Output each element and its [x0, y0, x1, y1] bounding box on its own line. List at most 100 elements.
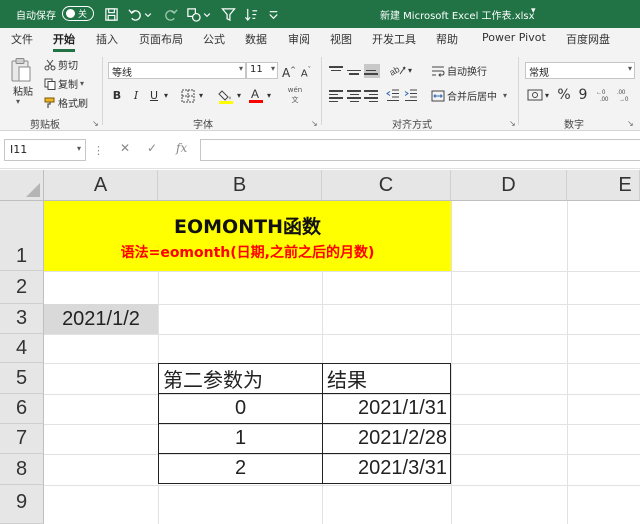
cancel-icon[interactable]: ✕	[120, 141, 130, 155]
undo-icon[interactable]	[126, 5, 144, 23]
align-bottom-icon[interactable]	[364, 64, 380, 78]
tab-home[interactable]: 开始	[53, 31, 75, 52]
tab-review[interactable]: 审阅	[288, 31, 310, 47]
clipboard-launcher-icon[interactable]: ↘	[92, 119, 99, 128]
customize-toolbar-icon[interactable]	[264, 5, 282, 23]
row-header-5[interactable]: 5	[0, 363, 44, 394]
borders-dropdown-icon[interactable]: ▾	[197, 88, 205, 104]
italic-button[interactable]: I	[128, 88, 144, 104]
tab-view[interactable]: 视图	[330, 31, 352, 47]
alignment-launcher-icon[interactable]: ↘	[509, 119, 516, 128]
name-box[interactable]: I11 ▾	[4, 139, 86, 161]
table-header-result[interactable]: 结果	[322, 363, 451, 394]
paste-button[interactable]: 粘贴	[13, 83, 33, 98]
decrease-decimal-icon[interactable]: .00 →0	[617, 88, 635, 102]
column-header-c[interactable]: C	[322, 170, 451, 201]
tab-file[interactable]: 文件	[11, 31, 33, 47]
tab-insert[interactable]: 插入	[96, 31, 118, 47]
phonetic-guide-icon[interactable]: wén 文	[284, 85, 306, 104]
fill-color-dropdown-icon[interactable]: ▾	[235, 88, 243, 104]
tab-baidu-netdisk[interactable]: 百度网盘	[566, 31, 610, 47]
sort-icon[interactable]	[242, 5, 260, 23]
insert-function-icon[interactable]: fx	[176, 141, 187, 155]
align-right-icon[interactable]	[364, 88, 380, 102]
wrap-text-button[interactable]: 自动换行	[431, 63, 487, 78]
table-cell-result[interactable]: 2021/2/28	[322, 423, 451, 454]
table-header-param[interactable]: 第二参数为	[158, 363, 323, 394]
copy-button[interactable]: 复制 ▾	[44, 76, 84, 91]
merge-center-button[interactable]: 合并后居中 ▾	[431, 88, 507, 103]
number-format-select[interactable]: 常规 ▾	[525, 62, 635, 79]
cut-button[interactable]: 剪切	[44, 57, 78, 72]
align-middle-icon[interactable]	[347, 64, 363, 78]
column-header-d[interactable]: D	[451, 170, 567, 201]
table-cell-result[interactable]: 2021/3/31	[322, 453, 451, 484]
currency-icon[interactable]	[527, 88, 543, 102]
underline-dropdown-icon[interactable]: ▾	[162, 88, 170, 104]
font-size-select[interactable]: 11 ▾	[246, 62, 278, 79]
align-top-icon[interactable]	[329, 64, 345, 78]
table-cell-param[interactable]: 1	[158, 423, 323, 454]
shapes-dropdown-icon[interactable]	[202, 5, 212, 23]
row-header-2[interactable]: 2	[0, 271, 44, 304]
paste-icon[interactable]	[10, 57, 32, 83]
table-cell-param[interactable]: 0	[158, 393, 323, 424]
table-cell-result[interactable]: 2021/1/31	[322, 393, 451, 424]
enter-icon[interactable]: ✓	[147, 141, 157, 155]
title-dropdown-icon[interactable]: ▾	[531, 6, 536, 16]
copy-dropdown-icon[interactable]: ▾	[80, 79, 84, 88]
orientation-dropdown-icon[interactable]: ▾	[406, 63, 414, 79]
orientation-icon[interactable]: ab	[388, 62, 408, 78]
row-header-9[interactable]: 9	[0, 485, 44, 524]
save-icon[interactable]	[102, 5, 120, 23]
font-color-icon[interactable]: A	[248, 87, 264, 104]
select-all-button[interactable]	[0, 170, 44, 201]
number-launcher-icon[interactable]: ↘	[627, 119, 634, 128]
font-color-dropdown-icon[interactable]: ▾	[265, 88, 273, 104]
borders-icon[interactable]	[181, 89, 195, 103]
row-header-1[interactable]: 1	[0, 201, 44, 271]
tab-power-pivot[interactable]: Power Pivot	[482, 31, 546, 44]
align-center-icon[interactable]	[347, 88, 363, 102]
tab-data[interactable]: 数据	[245, 31, 267, 47]
autosave-toggle[interactable]: 关	[62, 6, 94, 21]
column-header-b[interactable]: B	[158, 170, 322, 201]
merged-title-cell[interactable]: EOMONTH函数 语法=eomonth(日期,之前之后的月数)	[44, 201, 451, 271]
fill-color-icon[interactable]	[218, 88, 234, 104]
align-left-icon[interactable]	[329, 88, 345, 102]
redo-icon[interactable]	[161, 5, 179, 23]
comma-style-button[interactable]: 9	[575, 87, 591, 103]
column-header-e[interactable]: E	[567, 170, 640, 201]
grow-font-button[interactable]: A^	[281, 62, 297, 80]
tab-developer[interactable]: 开发工具	[372, 31, 416, 47]
format-painter-button[interactable]: 格式刷	[44, 95, 88, 110]
decrease-indent-icon[interactable]	[386, 88, 400, 102]
row-header-7[interactable]: 7	[0, 424, 44, 454]
table-cell-param[interactable]: 2	[158, 453, 323, 484]
row-header-3[interactable]: 3	[0, 304, 44, 334]
font-launcher-icon[interactable]: ↘	[311, 119, 318, 128]
underline-button[interactable]: U	[146, 88, 162, 104]
shrink-font-button[interactable]: Aˇ	[298, 62, 314, 79]
percent-button[interactable]: %	[556, 87, 572, 103]
bold-button[interactable]: B	[109, 88, 125, 104]
tab-formulas[interactable]: 公式	[203, 31, 225, 47]
cell-a3[interactable]: 2021/1/2	[44, 304, 158, 334]
increase-indent-icon[interactable]	[404, 88, 418, 102]
row-header-8[interactable]: 8	[0, 454, 44, 485]
font-name-select[interactable]: 等线 ▾	[108, 62, 246, 79]
formula-bar-splitter[interactable]: ⋮	[93, 144, 104, 157]
row-header-4[interactable]: 4	[0, 334, 44, 363]
increase-decimal-icon[interactable]: ←0.00	[596, 88, 614, 102]
tab-help[interactable]: 帮助	[436, 31, 458, 47]
filter-icon[interactable]	[219, 5, 237, 23]
column-header-a[interactable]: A	[44, 170, 158, 201]
currency-dropdown-icon[interactable]: ▾	[543, 88, 551, 104]
formula-input[interactable]	[200, 139, 640, 161]
tab-page-layout[interactable]: 页面布局	[139, 31, 183, 47]
paste-dropdown-icon[interactable]: ▾	[16, 97, 20, 106]
row-header-6[interactable]: 6	[0, 394, 44, 424]
undo-dropdown-icon[interactable]	[143, 5, 153, 23]
shapes-icon[interactable]	[184, 5, 202, 23]
merge-dropdown-icon[interactable]: ▾	[503, 91, 507, 100]
